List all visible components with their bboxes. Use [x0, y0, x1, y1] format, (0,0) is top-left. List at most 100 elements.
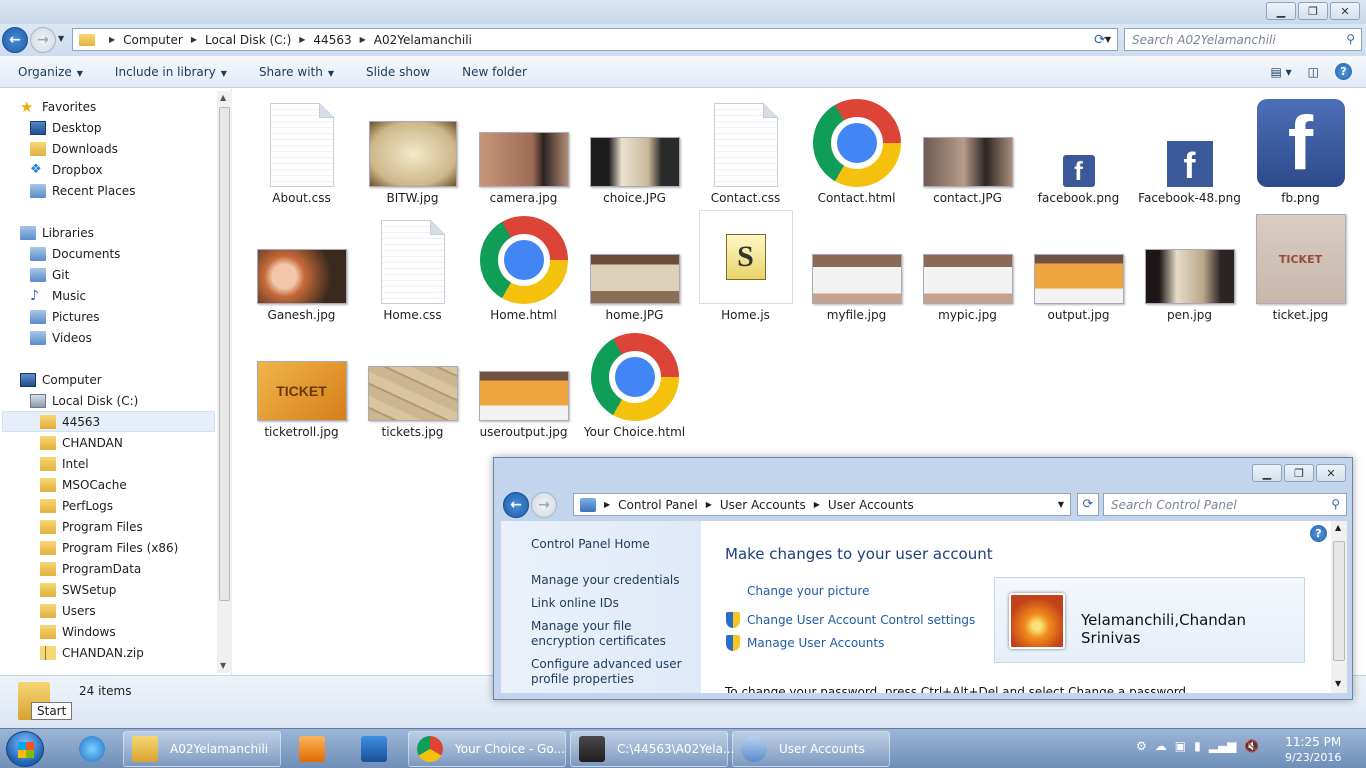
- manage-user-accounts-link[interactable]: Manage User Accounts: [747, 636, 884, 650]
- nav-folder[interactable]: Intel: [40, 454, 89, 474]
- nav-libraries[interactable]: Libraries: [20, 223, 94, 243]
- link-online-ids-link[interactable]: Link online IDs: [531, 596, 696, 611]
- breadcrumb-item[interactable]: Local Disk (C:) ▶: [205, 33, 313, 47]
- slide-show-button[interactable]: Slide show: [366, 65, 430, 79]
- address-dropdown-icon[interactable]: ▼: [1058, 500, 1064, 509]
- control-panel-home-link[interactable]: Control Panel Home: [531, 537, 696, 552]
- close-button[interactable]: ✕: [1316, 464, 1346, 482]
- file-item[interactable]: f fb.png: [1245, 97, 1356, 214]
- volume-muted-icon[interactable]: 🔇: [1244, 739, 1259, 753]
- nav-folder[interactable]: Program Files: [40, 517, 143, 537]
- taskbar-explorer-button[interactable]: A02Yelamanchili: [123, 731, 281, 767]
- manage-encryption-link[interactable]: Manage your file encryption certificates: [531, 619, 696, 649]
- scroll-up-icon[interactable]: ▲: [220, 93, 226, 102]
- internet-explorer-taskbar-button[interactable]: [70, 731, 114, 767]
- minimize-button[interactable]: ▁: [1252, 464, 1282, 482]
- recent-pages-dropdown[interactable]: ▼: [58, 34, 64, 43]
- file-item[interactable]: About.css: [246, 97, 357, 214]
- file-item[interactable]: camera.jpg: [468, 97, 579, 214]
- nav-favorites[interactable]: ★ Favorites: [20, 97, 96, 117]
- search-input[interactable]: Search A02Yelamanchili ⚲: [1124, 28, 1362, 51]
- nav-desktop[interactable]: Desktop: [30, 118, 102, 138]
- avatar[interactable]: [1009, 593, 1065, 649]
- file-item[interactable]: TICKET ticket.jpg: [1245, 214, 1356, 331]
- file-item[interactable]: S Home.js: [690, 210, 801, 331]
- file-item[interactable]: useroutput.jpg: [468, 331, 579, 448]
- nav-folder[interactable]: MSOCache: [40, 475, 127, 495]
- refresh-icon[interactable]: ⟳: [1077, 493, 1099, 516]
- change-uac-settings-link[interactable]: Change User Account Control settings: [747, 613, 975, 627]
- nav-scrollbar[interactable]: ▲ ▼: [217, 91, 232, 673]
- cloud-tray-icon[interactable]: ☁: [1155, 739, 1167, 753]
- nav-documents[interactable]: Documents: [30, 244, 120, 264]
- organize-menu[interactable]: Organize ▼: [18, 65, 83, 79]
- nav-downloads[interactable]: Downloads: [30, 139, 118, 159]
- breadcrumb-item[interactable]: A02Yelamanchili: [374, 33, 472, 47]
- scrollbar-thumb[interactable]: [219, 107, 230, 601]
- taskbar-sublime-button[interactable]: C:\44563\A02Yela...: [570, 731, 734, 767]
- explorer-titlebar[interactable]: ▁ ❐ ✕: [0, 0, 1366, 24]
- nav-pictures[interactable]: Pictures: [30, 307, 100, 327]
- file-item[interactable]: TICKET ticketroll.jpg: [246, 331, 357, 448]
- restore-button[interactable]: ❐: [1284, 464, 1314, 482]
- file-item[interactable]: Your Choice.html: [579, 331, 690, 448]
- file-item[interactable]: contact.JPG: [912, 97, 1023, 214]
- nav-dropbox[interactable]: ❖ Dropbox: [30, 160, 103, 180]
- nav-videos[interactable]: Videos: [30, 328, 92, 348]
- nav-git[interactable]: Git: [30, 265, 69, 285]
- help-icon[interactable]: ?: [1335, 63, 1352, 80]
- file-item[interactable]: home.JPG: [579, 214, 690, 331]
- file-item[interactable]: choice.JPG: [579, 97, 690, 214]
- network-signal-icon[interactable]: ▂▄▆: [1209, 739, 1237, 753]
- nav-recent-places[interactable]: Recent Places: [30, 181, 135, 201]
- search-icon[interactable]: ⚲: [1346, 32, 1355, 46]
- back-button[interactable]: ←: [2, 27, 28, 53]
- file-item[interactable]: Home.css: [357, 214, 468, 331]
- refresh-icon[interactable]: ⟳: [1094, 32, 1106, 48]
- file-item[interactable]: Home.html: [468, 214, 579, 331]
- scrollbar-thumb[interactable]: [1333, 541, 1345, 661]
- nav-folder[interactable]: SWSetup: [40, 580, 116, 600]
- taskbar-chrome-button[interactable]: Your Choice - Go...: [408, 731, 566, 767]
- breadcrumb-item[interactable]: User Accounts: [720, 498, 806, 512]
- change-view-icon[interactable]: ▤ ▾: [1270, 65, 1291, 79]
- manage-credentials-link[interactable]: Manage your credentials: [531, 573, 696, 588]
- taskbar-user-accounts-button[interactable]: User Accounts: [732, 731, 890, 767]
- cp-scrollbar[interactable]: ▲ ▼: [1331, 521, 1347, 693]
- nav-computer[interactable]: Computer: [20, 370, 102, 390]
- breadcrumb-item[interactable]: 44563 ▶: [313, 33, 373, 47]
- nav-folder[interactable]: 44563: [40, 412, 100, 432]
- scroll-up-icon[interactable]: ▲: [1335, 523, 1341, 532]
- nav-zip-file[interactable]: CHANDAN.zip: [40, 643, 144, 663]
- back-button[interactable]: ←: [503, 492, 529, 518]
- preview-pane-icon[interactable]: ◫: [1308, 65, 1319, 79]
- nav-folder[interactable]: PerfLogs: [40, 496, 113, 516]
- forward-button[interactable]: →: [30, 27, 56, 53]
- file-item[interactable]: f Facebook-48.png: [1134, 97, 1245, 214]
- file-item[interactable]: mypic.jpg: [912, 214, 1023, 331]
- breadcrumb-item[interactable]: Control Panel: [618, 498, 698, 512]
- scroll-down-icon[interactable]: ▼: [1335, 679, 1341, 688]
- restore-button[interactable]: ❐: [1298, 2, 1328, 20]
- breadcrumb-item[interactable]: Computer ▶: [123, 33, 205, 47]
- close-button[interactable]: ✕: [1330, 2, 1360, 20]
- cp-address-bar[interactable]: ▶ Control Panel ▶ User Accounts ▶ User A…: [573, 493, 1071, 516]
- file-item[interactable]: pen.jpg: [1134, 214, 1245, 331]
- file-item[interactable]: f facebook.png: [1023, 97, 1134, 214]
- minimize-button[interactable]: ▁: [1266, 2, 1296, 20]
- nav-folder[interactable]: ProgramData: [40, 559, 141, 579]
- breadcrumb-item[interactable]: User Accounts: [828, 498, 914, 512]
- scroll-down-icon[interactable]: ▼: [220, 661, 226, 670]
- file-item[interactable]: BITW.jpg: [357, 97, 468, 214]
- visual-studio-taskbar-button[interactable]: [352, 731, 396, 767]
- nav-folder[interactable]: CHANDAN: [40, 433, 123, 453]
- file-item[interactable]: myfile.jpg: [801, 214, 912, 331]
- file-item[interactable]: output.jpg: [1023, 214, 1134, 331]
- media-player-taskbar-button[interactable]: [290, 731, 334, 767]
- help-icon[interactable]: ?: [1310, 525, 1327, 542]
- nav-local-disk[interactable]: Local Disk (C:): [30, 391, 138, 411]
- forward-button[interactable]: →: [531, 492, 557, 518]
- configure-advanced-profile-link[interactable]: Configure advanced user profile properti…: [531, 657, 696, 687]
- search-icon[interactable]: ⚲: [1331, 497, 1340, 511]
- nav-folder[interactable]: Program Files (x86): [40, 538, 178, 558]
